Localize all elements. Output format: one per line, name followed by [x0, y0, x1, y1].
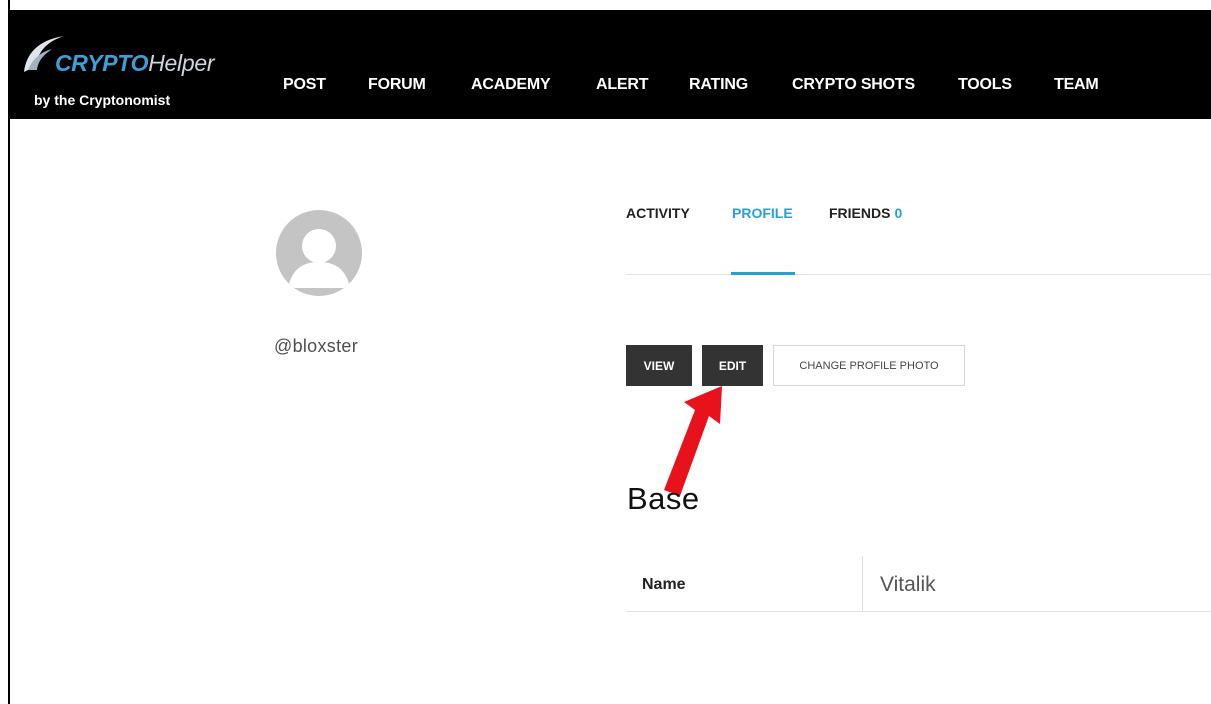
nav-item-forum[interactable]: FORUM	[368, 76, 426, 94]
nav-item-rating[interactable]: RATING	[689, 76, 748, 94]
tab-friends[interactable]: FRIENDS 0	[829, 205, 902, 221]
nav-item-alert[interactable]: ALERT	[596, 76, 649, 94]
friends-count-badge: 0	[894, 205, 903, 221]
logo-title-bold: CRYPTO	[55, 50, 149, 76]
edit-button[interactable]: EDIT	[702, 345, 763, 386]
nav-item-academy[interactable]: ACADEMY	[471, 76, 551, 94]
tab-profile[interactable]: PROFILE	[732, 205, 793, 221]
logo-title: CRYPTOHelper	[55, 50, 214, 77]
default-user-icon	[288, 229, 350, 288]
site-logo[interactable]: CRYPTOHelper by the Cryptonomist	[22, 32, 252, 112]
field-row-divider	[626, 611, 1211, 612]
logo-title-light: Helper	[148, 50, 215, 76]
nav-item-tools[interactable]: TOOLS	[958, 76, 1012, 94]
avatar[interactable]	[276, 210, 362, 296]
page: CRYPTOHelper by the Cryptonomist POST FO…	[0, 0, 1211, 704]
tab-activity[interactable]: ACTIVITY	[626, 205, 690, 221]
nav-item-crypto-shots[interactable]: CRYPTO SHOTS	[792, 76, 915, 94]
top-margin	[0, 0, 1211, 10]
tabs-divider	[626, 274, 1211, 275]
active-tab-indicator	[731, 272, 795, 275]
field-column-divider	[862, 556, 863, 611]
section-title: Base	[627, 481, 700, 516]
field-value-name: Vitalik	[880, 573, 936, 596]
change-profile-photo-button[interactable]: CHANGE PROFILE PHOTO	[773, 345, 965, 386]
view-button[interactable]: VIEW	[626, 345, 692, 386]
field-label-name: Name	[642, 576, 686, 593]
nav-item-team[interactable]: TEAM	[1054, 76, 1099, 94]
logo-subtitle: by the Cryptonomist	[34, 92, 171, 108]
tab-friends-label: FRIENDS	[829, 205, 891, 221]
nav-item-post[interactable]: POST	[283, 76, 326, 94]
profile-username: @bloxster	[274, 336, 358, 356]
navbar: CRYPTOHelper by the Cryptonomist POST FO…	[8, 10, 1211, 119]
